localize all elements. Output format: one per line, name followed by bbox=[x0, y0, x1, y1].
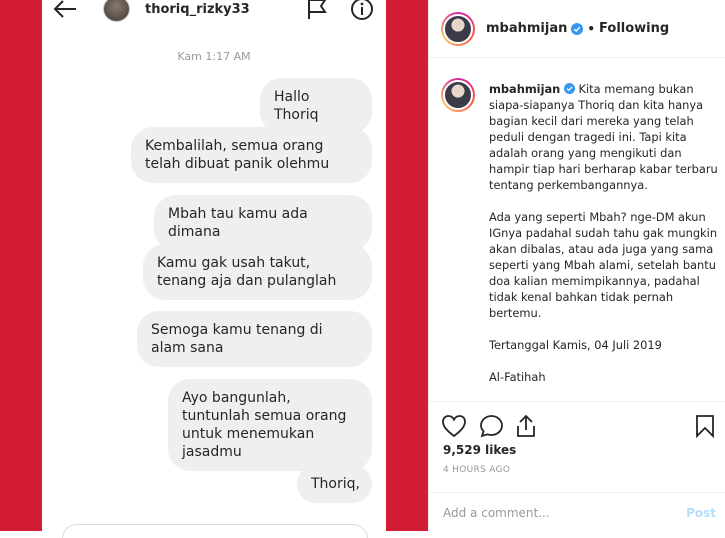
comment-input[interactable]: Add a comment... bbox=[443, 506, 550, 520]
dm-avatar bbox=[103, 0, 130, 22]
dm-message: Kamu gak usah takut, tenang aja dan pula… bbox=[143, 244, 372, 300]
heart-icon[interactable] bbox=[441, 414, 467, 438]
dm-message: Thoriq, bbox=[297, 465, 372, 503]
dm-timestamp: Kam 1:17 AM bbox=[177, 50, 251, 63]
back-arrow-icon bbox=[53, 0, 76, 18]
caption-paragraph: Tertanggal Kamis, 04 Juli 2019 bbox=[489, 338, 662, 352]
dm-username: thoriq_rizky33 bbox=[145, 2, 250, 17]
dm-message: Kembalilah, semua orang telah dibuat pan… bbox=[131, 127, 372, 183]
likes-count[interactable]: 9,529 likes bbox=[443, 443, 516, 457]
caption-paragraph: Ada yang seperti Mbah? nge-DM akun IGnya… bbox=[489, 210, 718, 320]
dm-message: Mbah tau kamu ada dimana bbox=[154, 195, 372, 251]
info-icon bbox=[351, 0, 373, 20]
verified-badge-icon bbox=[563, 83, 575, 94]
caption-paragraph: Kita memang bukan siapa-siapanya Thoriq … bbox=[489, 82, 718, 192]
separator-dot: • bbox=[587, 21, 596, 36]
avatar[interactable] bbox=[441, 11, 475, 46]
dm-header: thoriq_rizky33 bbox=[42, 0, 386, 24]
header-username[interactable]: mbahmijan bbox=[486, 21, 567, 36]
flag-icon bbox=[308, 0, 327, 19]
caption-paragraph: Al-Fatihah bbox=[489, 370, 546, 384]
comment-icon[interactable] bbox=[479, 414, 504, 438]
dm-compose-field bbox=[62, 524, 368, 538]
bookmark-icon[interactable] bbox=[695, 414, 715, 438]
caption-avatar[interactable] bbox=[441, 78, 475, 112]
post-time: 4 HOURS AGO bbox=[443, 465, 511, 475]
share-icon[interactable] bbox=[515, 414, 537, 438]
dm-message: Semoga kamu tenang di alam sana bbox=[137, 311, 372, 367]
verified-badge-icon bbox=[571, 22, 584, 35]
dm-message: Hallo Thoriq bbox=[260, 78, 372, 134]
caption-username[interactable]: mbahmijan bbox=[489, 82, 560, 96]
action-bar bbox=[429, 401, 725, 447]
dm-message: Ayo bangunlah, tuntunlah semua orang unt… bbox=[168, 379, 372, 471]
post-header: mbahmijan • Following bbox=[429, 0, 725, 58]
post-sidebar: mbahmijan • Following mbahmijan Kita mem… bbox=[428, 0, 725, 531]
dm-screenshot: thoriq_rizky33 Kam 1:17 AM Hallo Thoriq … bbox=[42, 0, 386, 538]
post-comment-button[interactable]: Post bbox=[686, 506, 716, 520]
following-button[interactable]: Following bbox=[599, 21, 669, 36]
post-media: thoriq_rizky33 Kam 1:17 AM Hallo Thoriq … bbox=[0, 0, 428, 538]
caption-text: mbahmijan Kita memang bukan siapa-siapan… bbox=[489, 81, 719, 401]
comment-bar: Add a comment... Post bbox=[429, 492, 725, 531]
